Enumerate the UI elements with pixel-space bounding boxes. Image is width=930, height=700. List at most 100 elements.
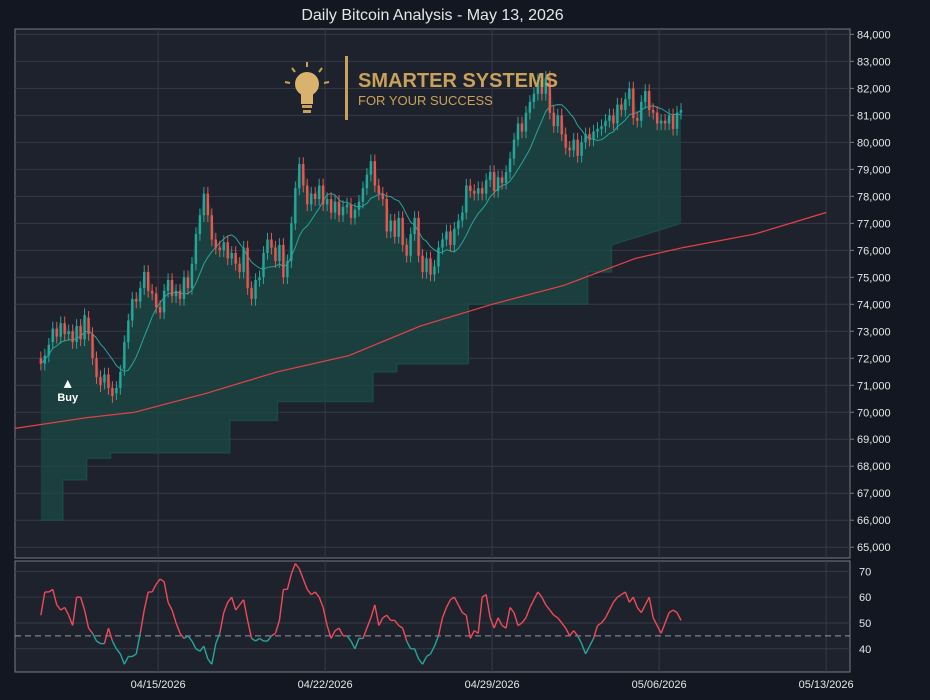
candle-body [314,193,317,200]
candle-body [95,358,98,378]
candle-body [162,290,166,313]
candle-body [441,239,444,248]
candle-body [520,123,524,132]
candle-body [226,242,229,259]
candle-body [143,271,146,289]
candle-body [75,325,78,343]
candle-body [608,115,611,121]
candle-body [178,290,182,299]
candle-body [306,185,309,205]
candle-body [123,342,126,370]
candle-body [238,263,241,272]
price-tick-label: 79,000 [857,164,891,176]
candle-body [576,139,579,156]
candle-body [477,188,480,194]
candle-body [500,177,504,183]
candle-body [381,193,384,200]
candle-body [393,220,396,237]
price-tick-label: 73,000 [857,326,891,338]
candle-body [397,217,400,237]
candle-body [564,134,567,148]
candle-body [433,266,436,275]
candle-body [532,93,536,102]
candle-body [198,215,202,235]
candle-body [174,290,178,297]
candle-body [584,134,587,143]
price-tick-label: 75,000 [857,272,891,284]
candle-body [612,115,615,124]
price-tick-label: 80,000 [857,137,891,149]
price-tick-label: 77,000 [857,218,891,230]
candle-body [298,163,301,189]
candle-body [445,231,448,240]
candle-body [365,174,369,189]
candle-body [115,387,118,394]
candle-body [353,209,357,218]
candle-body [337,201,341,216]
candle-body [51,328,54,343]
candle-body [325,199,329,205]
candle-body [508,158,512,173]
candle-body [644,91,647,102]
price-tick-label: 76,000 [857,245,891,257]
price-tick-label: 69,000 [857,434,891,446]
candle-body [317,185,321,200]
price-tick-label: 83,000 [857,56,891,68]
candle-body [222,242,225,251]
candle-body [63,323,66,334]
candle-body [592,131,595,140]
candle-body [71,331,74,343]
candle-body [389,220,392,232]
candle-body [67,331,70,334]
candle-body [135,298,138,302]
rsi-tick-label: 60 [859,592,871,604]
candle-body [103,374,106,383]
rsi-panel [14,560,851,673]
candle-body [294,188,297,224]
candle-body [512,139,516,159]
candle-body [194,234,198,264]
candle-body [385,199,388,232]
candle-body [429,258,432,275]
candle-body [409,234,412,256]
candle-body [552,112,555,127]
candle-body [596,128,599,132]
candle-body [154,293,158,307]
candle-body [254,280,257,299]
candle-body [321,185,325,205]
candle-body [218,247,221,251]
candle-body [341,207,345,216]
candle-body [242,247,245,272]
candle-body [111,387,114,397]
candle-body [377,185,381,194]
candle-body [79,325,82,340]
candle-body [274,247,277,262]
candle-body [99,377,102,386]
candle-body [413,217,416,235]
candle-body [488,172,492,181]
candle-body [616,104,619,124]
candle-body [246,247,249,289]
candle-body [357,201,361,210]
candle-body [230,253,233,259]
price-tick-label: 65,000 [857,542,891,554]
candle-body [186,277,190,289]
candle-body [147,271,150,291]
candle-body [675,112,679,129]
rsi-tick-label: 50 [859,618,871,630]
candle-body [139,288,142,302]
candle-body [492,172,496,191]
candle-body [524,112,528,132]
candle-body [496,177,500,191]
candle-body [190,263,194,289]
candle-body [636,118,639,121]
candle-body [679,109,683,113]
price-tick-label: 82,000 [857,83,891,95]
candle-body [632,88,635,119]
candle-body [560,115,563,135]
candle-body [107,374,110,388]
candle-body [266,239,269,254]
candle-body [202,193,206,216]
candle-body [667,115,671,124]
candle-body [150,290,154,294]
